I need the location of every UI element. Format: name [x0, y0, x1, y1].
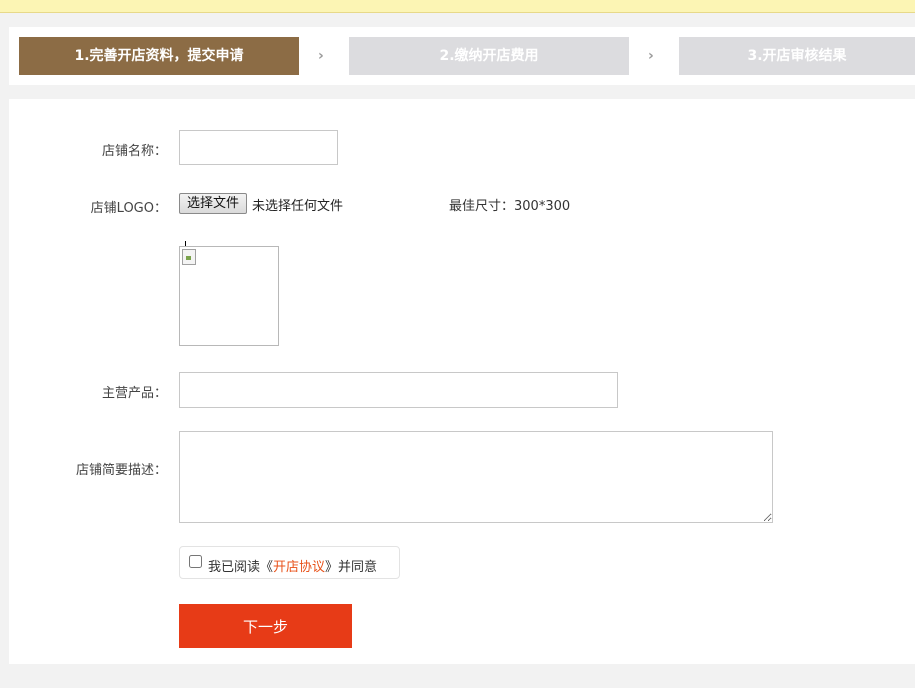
step-arrow-icon: ›	[648, 48, 654, 64]
agree-checkbox[interactable]	[189, 555, 202, 568]
shop-logo-label: 店铺LOGO：	[90, 201, 167, 216]
progress-steps: 1.完善开店资料，提交申请 › 2.缴纳开店费用 › 3.开店审核结果	[9, 27, 915, 85]
shop-name-input[interactable]	[179, 130, 338, 165]
next-step-button[interactable]: 下一步	[179, 604, 352, 648]
shop-name-label: 店铺名称：	[101, 144, 167, 159]
logo-preview	[179, 246, 279, 346]
shop-description-label: 店铺简要描述：	[75, 463, 167, 478]
notice-bar	[0, 0, 915, 13]
agreement-box: 我已阅读《开店协议》并同意	[179, 546, 400, 579]
agreement-text: 我已阅读《开店协议》并同意	[208, 556, 377, 575]
step-3-review-result: 3.开店审核结果	[679, 37, 915, 75]
step-arrow-icon: ›	[318, 48, 324, 64]
step-1-fill-info: 1.完善开店资料，提交申请	[19, 37, 299, 75]
shop-agreement-link[interactable]: 开店协议	[273, 560, 325, 575]
logo-size-hint: 最佳尺寸：300*300	[449, 199, 571, 214]
main-products-input[interactable]	[179, 372, 618, 408]
main-products-label: 主营产品：	[101, 386, 167, 401]
step-2-pay-fee: 2.缴纳开店费用	[349, 37, 629, 75]
broken-image-icon	[182, 249, 196, 265]
agreement-prefix: 我已阅读《	[208, 560, 274, 575]
agreement-suffix: 》并同意	[325, 560, 378, 575]
no-file-selected-text: 未选择任何文件	[252, 199, 344, 214]
shop-application-form: 店铺名称： 店铺LOGO： 选择文件 未选择任何文件 最佳尺寸：300*300 …	[9, 99, 915, 664]
choose-file-button[interactable]: 选择文件	[179, 193, 247, 214]
shop-description-textarea[interactable]	[179, 431, 773, 523]
